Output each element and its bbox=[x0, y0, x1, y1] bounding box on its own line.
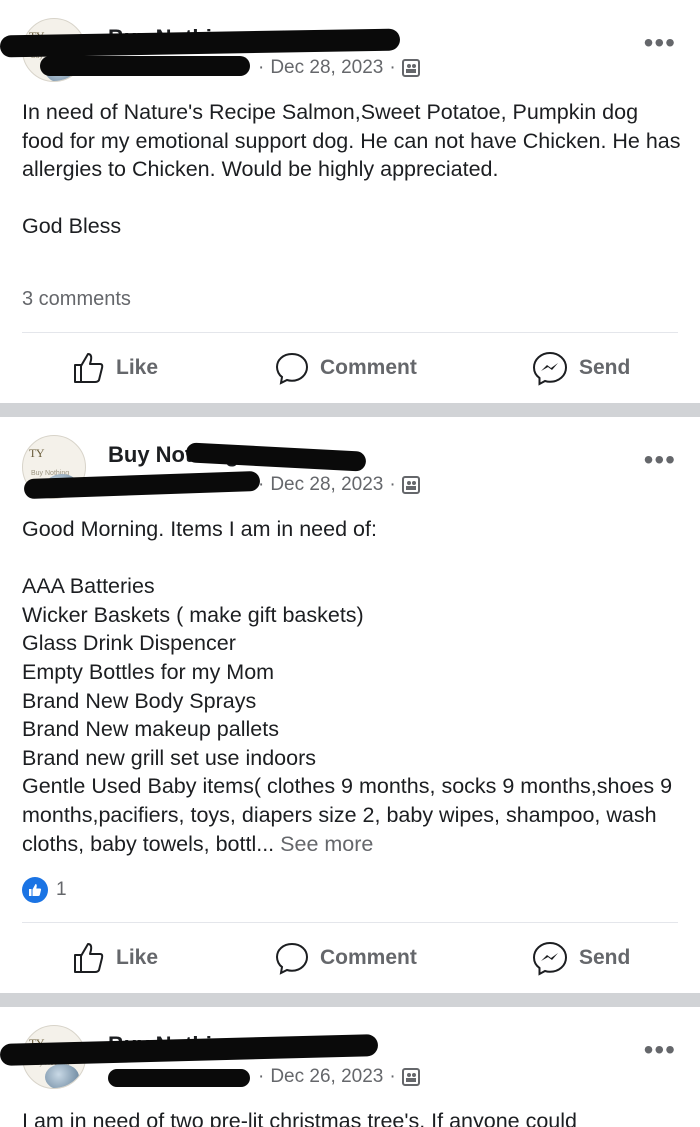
comment-button[interactable]: Comment bbox=[274, 338, 417, 398]
comment-bubble-icon bbox=[275, 352, 309, 385]
post-meta: · Dec 28, 2023 · bbox=[258, 57, 420, 79]
reaction-count: 1 bbox=[56, 879, 67, 900]
post-1: TY Buy Nothing Buy Nothing · Dec 28, 202… bbox=[0, 0, 700, 402]
post-body: I am in need of two pre-lit christmas tr… bbox=[22, 1109, 578, 1127]
send-button[interactable]: Send bbox=[531, 928, 630, 988]
comment-bubble-icon bbox=[275, 942, 309, 975]
avatar-logo-text: TY bbox=[29, 446, 45, 460]
see-more-link[interactable]: See more bbox=[280, 832, 373, 856]
post-body-text: Good Morning. Items I am in need of: AAA… bbox=[22, 517, 673, 856]
group-privacy-icon bbox=[401, 1068, 420, 1086]
like-label: Like bbox=[116, 356, 159, 379]
post-actions: Like Comment Send bbox=[0, 928, 700, 988]
group-privacy-icon bbox=[401, 59, 420, 77]
post-date[interactable]: Dec 28, 2023 bbox=[270, 57, 383, 79]
group-privacy-icon bbox=[401, 476, 420, 494]
messenger-icon bbox=[532, 351, 568, 386]
like-label: Like bbox=[116, 946, 159, 969]
send-button[interactable]: Send bbox=[531, 338, 630, 398]
send-label: Send bbox=[579, 356, 631, 379]
post-separator bbox=[0, 993, 700, 1007]
like-button[interactable]: Like bbox=[72, 928, 158, 988]
more-options-button[interactable]: ••• bbox=[644, 1036, 676, 1064]
send-label: Send bbox=[579, 946, 631, 969]
like-reaction-icon bbox=[22, 877, 48, 903]
post-body: In need of Nature's Recipe Salmon,Sweet … bbox=[22, 100, 681, 239]
reaction-summary[interactable]: 1 bbox=[22, 877, 67, 903]
divider bbox=[22, 332, 678, 333]
post-3: TY Buy Nothing Buy Nothing · Dec 26, 202… bbox=[0, 1007, 700, 1127]
redaction-mark bbox=[40, 56, 250, 76]
messenger-icon bbox=[532, 941, 568, 976]
redaction-mark bbox=[108, 1069, 250, 1087]
like-button[interactable]: Like bbox=[72, 338, 158, 398]
comment-label: Comment bbox=[320, 356, 417, 379]
more-options-button[interactable]: ••• bbox=[644, 446, 676, 474]
globe-icon bbox=[45, 1064, 79, 1088]
comments-count-link[interactable]: 3 comments bbox=[22, 288, 131, 311]
comment-label: Comment bbox=[320, 946, 417, 969]
post-meta: · Dec 26, 2023 · bbox=[258, 1066, 420, 1088]
thumbs-up-icon bbox=[74, 943, 104, 973]
post-date[interactable]: Dec 26, 2023 bbox=[270, 1066, 383, 1088]
post-actions: Like Comment Send bbox=[0, 338, 700, 398]
more-options-button[interactable]: ••• bbox=[644, 29, 676, 57]
comment-button[interactable]: Comment bbox=[274, 928, 417, 988]
post-2: TY Buy Nothing Buy Nothing · Dec 28, 202… bbox=[0, 417, 700, 993]
post-separator bbox=[0, 403, 700, 417]
post-date[interactable]: Dec 28, 2023 bbox=[270, 474, 383, 496]
post-meta: · Dec 28, 2023 · bbox=[258, 474, 420, 496]
thumbs-up-icon bbox=[74, 353, 104, 383]
divider bbox=[22, 922, 678, 923]
post-body: Good Morning. Items I am in need of: AAA… bbox=[22, 515, 682, 858]
